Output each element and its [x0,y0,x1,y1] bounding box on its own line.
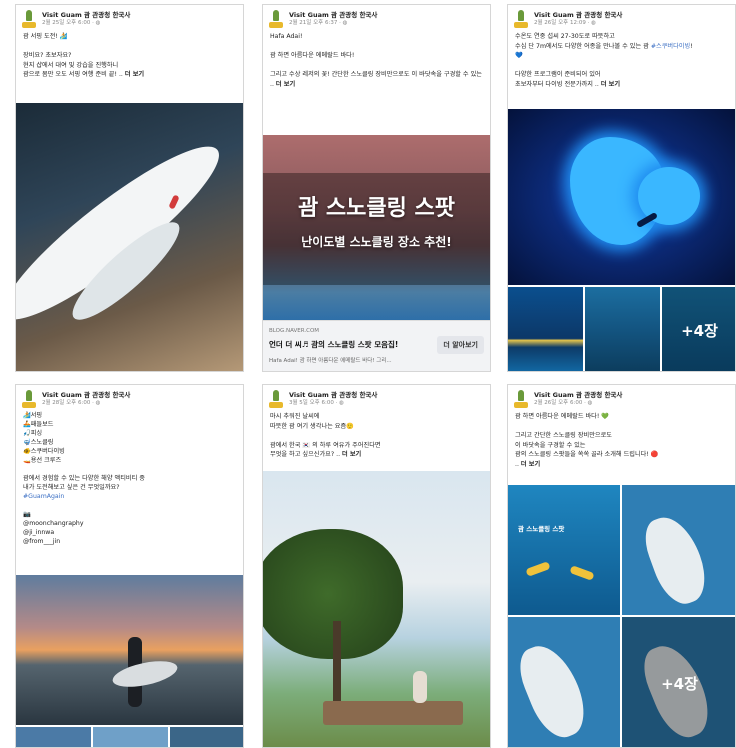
post-date[interactable]: 3월 5일 오후 6:00 · ◍ [289,400,377,407]
post-date[interactable]: 2월 21일 오후 6:37 · ◍ [289,20,377,27]
post-card[interactable]: Visit Guam 괌 관광청 한국사 2월 28일 오후 6:00 · ◍ … [15,384,244,748]
visit-guam-logo [514,390,528,408]
link-title[interactable]: 언더 더 씨♬ 괌의 스노클링 스팟 모음집! [269,339,429,350]
underwater-cave-photo[interactable] [508,109,735,285]
post-header: Visit Guam 괌 관광청 한국사 2월 21일 오후 6:37 · ◍ [263,5,490,30]
photo-thumb[interactable] [16,727,91,747]
see-more-link[interactable]: 더 보기 [276,81,295,88]
photo-thumb[interactable] [508,287,583,371]
page-name[interactable]: Visit Guam 괌 관광청 한국사 [289,11,377,20]
visit-guam-logo [22,10,36,28]
surfing-photo[interactable] [16,103,243,371]
map-thumb[interactable] [508,617,620,747]
post-date[interactable]: 2월 28일 오후 6:00 · ◍ [42,400,130,407]
page-name[interactable]: Visit Guam 괌 관광청 한국사 [42,11,130,20]
see-more-link[interactable]: 더 보기 [601,81,620,88]
link-domain: BLOG.NAVER.COM [269,328,320,334]
post-card[interactable]: Visit Guam 괌 관광청 한국사 2월 21일 오후 6:37 · ◍ … [262,4,491,372]
link-preview-image[interactable]: 괌 스노클링 스팟 난이도별 스노클링 장소 추천! [263,135,490,320]
see-more-link[interactable]: 더 보기 [342,451,361,458]
learn-more-button[interactable]: 더 알아보기 [437,336,484,354]
post-card[interactable]: Visit Guam 괌 관광청 한국사 3월 5일 오후 6:00 · ◍ 마… [262,384,491,748]
guide-cover-thumb[interactable]: 괌 스노클링 스팟 [508,485,620,615]
post-header: Visit Guam 괌 관광청 한국사 2월 26일 오후 6:00 · ◍ [508,385,735,410]
post-date[interactable]: 2월 26일 오후 12:09 · ◍ [534,20,622,27]
post-text: 🏄서핑 🚣패들보드 🎣피싱 🤿스노클링 🐠스쿠버다이빙 🚤용선 크루즈 괌에서 … [23,412,145,545]
photo-thumb[interactable] [585,287,660,371]
see-more-link[interactable]: 더 보기 [125,71,144,78]
diver-right [569,565,595,581]
overlay-subtitle: 난이도별 스노클링 장소 추천! [301,235,452,249]
hashtag-link[interactable]: #스쿠버다이빙 [651,43,690,50]
photo-thumb-more[interactable]: +4장 [662,287,735,371]
map-thumb[interactable] [622,485,735,615]
post-date[interactable]: 2월 26일 오후 6:00 · ◍ [534,400,622,407]
visit-guam-logo [22,390,36,408]
more-photos-count: +4장 [622,617,735,747]
post-card[interactable]: Visit Guam 괌 관광청 한국사 2월 26일 오후 6:00 · ◍ … [507,384,736,748]
visit-guam-logo [269,10,283,28]
page-name[interactable]: Visit Guam 괌 관광청 한국사 [534,391,622,400]
beach-tree-photo[interactable] [263,471,490,747]
hashtag-link[interactable]: #GuamAgain [23,493,64,500]
page-name[interactable]: Visit Guam 괌 관광청 한국사 [42,391,130,400]
picnic-table [323,701,463,725]
photo-thumb[interactable] [93,727,168,747]
map-thumb-more[interactable]: +4장 [622,617,735,747]
link-description: Hafa Adai! 괌 하면 아름다운 에메랄드 바다! 그리... [269,358,392,364]
more-photos-count: +4장 [662,287,735,371]
diver-left [525,561,551,577]
surfboard [110,656,180,692]
post-card[interactable]: Visit Guam 괌 관광청 한국사 2월 26일 오후 12:09 · ◍… [507,4,736,372]
post-text: 수온도 연중 섭씨 27-30도로 따뜻하고 수심 단 7m에서도 다양한 어종… [515,33,693,89]
person [413,671,427,703]
post-header: Visit Guam 괌 관광청 한국사 2월 25일 오후 6:00 · ◍ [16,5,243,30]
page-name[interactable]: Visit Guam 괌 관광청 한국사 [289,391,377,400]
surfer-sunset-photo[interactable] [16,575,243,725]
visit-guam-logo [269,390,283,408]
post-text: Hafa Adai! 괌 하면 아름다운 에메랄드 바다! 그리고 수상 레저의… [270,33,482,89]
post-text: 괌 하면 아름다운 에메랄드 바다! 💚 그리고 간단한 스노클링 장비만으로도… [515,413,659,469]
tree-trunk [333,621,341,711]
post-header: Visit Guam 괌 관광청 한국사 2월 26일 오후 12:09 · ◍ [508,5,735,30]
guide-title: 괌 스노클링 스팟 [518,525,565,533]
post-text: 괌 서핑 도전! 🏄 장비요? 초보자요? 현지 샵에서 대여 및 강습을 진행… [23,33,145,79]
overlay-title: 괌 스노클링 스팟 [298,196,455,221]
post-header: Visit Guam 괌 관광청 한국사 3월 5일 오후 6:00 · ◍ [263,385,490,410]
link-preview-bar[interactable]: BLOG.NAVER.COM 언더 더 씨♬ 괌의 스노클링 스팟 모음집! H… [263,320,490,371]
page-name[interactable]: Visit Guam 괌 관광청 한국사 [534,11,622,20]
post-text: 마시 추워진 날씨에 따뜻한 괌 여기 생각나는 요즘🙂 괌에서 한국 🇰🇷 의… [270,413,381,459]
photo-thumb[interactable] [170,727,243,747]
post-date[interactable]: 2월 25일 오후 6:00 · ◍ [42,20,130,27]
post-header: Visit Guam 괌 관광청 한국사 2월 28일 오후 6:00 · ◍ [16,385,243,410]
post-card[interactable]: Visit Guam 괌 관광청 한국사 2월 25일 오후 6:00 · ◍ … [15,4,244,372]
see-more-link[interactable]: 더 보기 [521,461,540,468]
visit-guam-logo [514,10,528,28]
